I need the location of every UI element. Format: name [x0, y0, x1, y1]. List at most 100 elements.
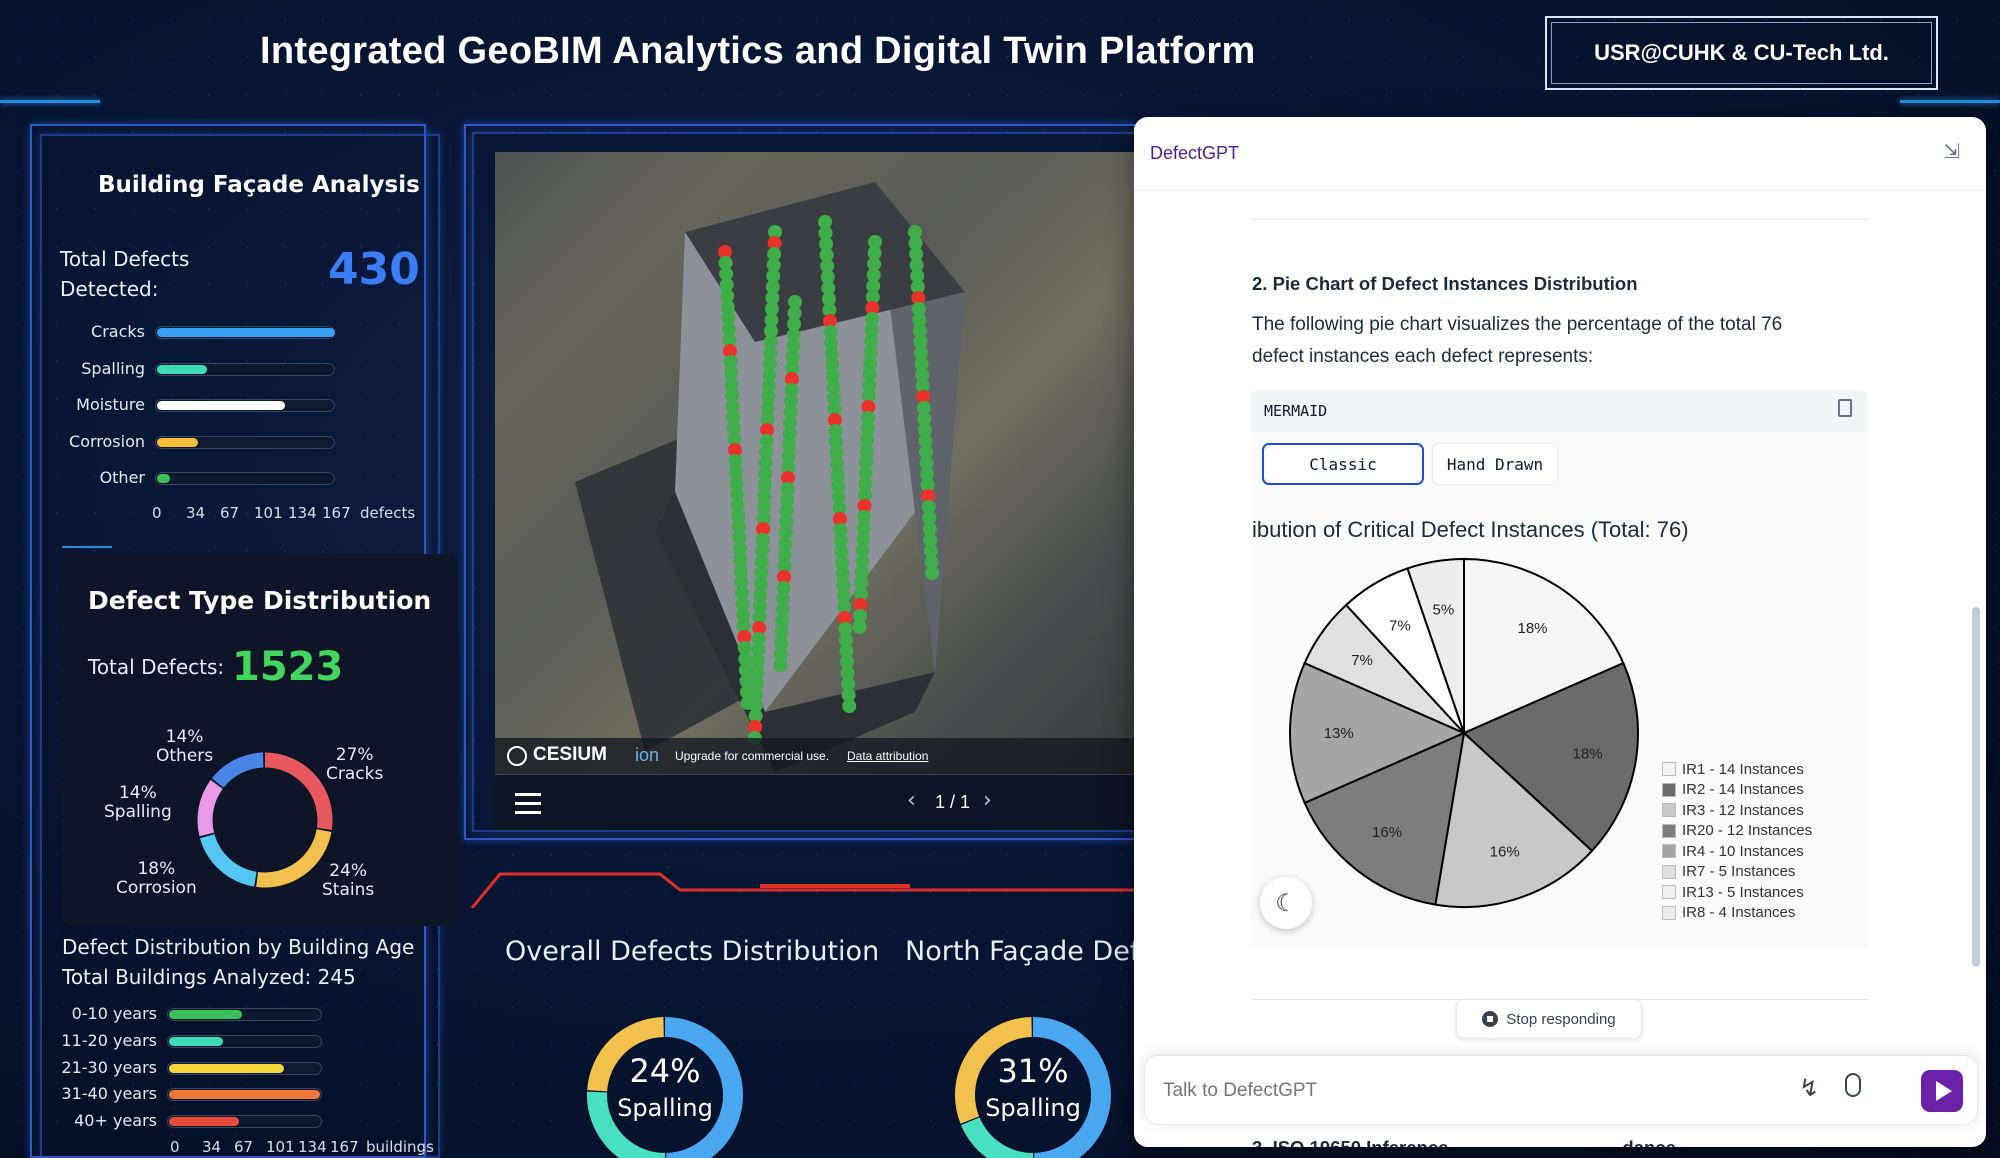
chevron-left-icon[interactable]: ‹ [907, 788, 916, 813]
pie-slice-label: 18% [1573, 746, 1603, 763]
pie-slice-label: 16% [1490, 843, 1520, 860]
chat-input[interactable] [1163, 1076, 1763, 1106]
north-donut-slice-other-b [961, 1117, 1034, 1158]
chat-scrollbar[interactable] [1972, 607, 1980, 967]
pie-legend-swatch [1662, 885, 1676, 900]
age-bar-row: 21-30 years [0, 1058, 330, 1078]
pie-legend-swatch [1662, 844, 1676, 859]
facade-bar-row: Spalling [0, 359, 400, 379]
code-block-header: MERMAID [1250, 390, 1868, 432]
age-bar-track [167, 1088, 322, 1102]
stop-responding-label: Stop responding [1506, 1010, 1616, 1028]
overall-chart-title: Overall Defects Distribution [505, 936, 880, 967]
facade-bar-row: Cracks [0, 322, 400, 342]
age-bar-track [167, 1115, 322, 1129]
north-label: Spalling [985, 1094, 1081, 1122]
chat-header: DefectGPT ⇲ [1134, 117, 1986, 191]
north-donut-slice-other-a [1032, 1017, 1111, 1158]
stop-icon [1482, 1011, 1499, 1027]
age-axis: 0 34 67 101 134 167 buildings [170, 1138, 434, 1158]
age-axis-tick: 134 [298, 1138, 327, 1156]
pie-legend-label: IR3 - 12 Instances [1682, 801, 1804, 819]
donut-label-others: 14% Others [156, 727, 214, 766]
age-bar-label: 21-30 years [61, 1057, 157, 1077]
page-title: Integrated GeoBIM Analytics and Digital … [260, 30, 1256, 72]
age-bar-fill [169, 1063, 284, 1073]
pie-legend-item: IR8 - 4 Instances [1662, 903, 1812, 924]
pie-legend-swatch [1662, 864, 1676, 879]
facade-bar-row: Moisture [0, 395, 400, 415]
facade-bar-track [155, 362, 335, 376]
pie-legend-item: IR20 - 12 Instances [1662, 821, 1812, 842]
facade-axis-tick: 101 [254, 504, 283, 522]
facade-axis: 0 34 67 101 134 167 defects [152, 504, 415, 524]
overall-pct: 24% [629, 1052, 701, 1090]
age-bar-track [167, 1008, 322, 1021]
section3-heading: 3. ISO 19650 Inference dance [1252, 1137, 1676, 1147]
defect-marker [842, 699, 857, 713]
pie-legend-label: IR20 - 12 Instances [1682, 822, 1813, 840]
pie-slice-label: 7% [1351, 652, 1373, 669]
age-axis-tick: 34 [202, 1138, 222, 1156]
send-button[interactable] [1921, 1070, 1963, 1112]
facade-axis-tick: 34 [186, 504, 206, 522]
pie-legend-label: IR4 - 10 Instances [1682, 842, 1804, 860]
pie-slice-label: 16% [1372, 824, 1402, 841]
north-chart-title: North Façade Defe [905, 936, 1156, 967]
donut-slice-spalling [197, 780, 223, 837]
theme-toggle-button[interactable]: ☾ [1260, 877, 1312, 929]
chat-title: DefectGPT [1150, 143, 1240, 163]
stop-responding-button[interactable]: Stop responding [1456, 999, 1642, 1039]
age-axis-tick: 101 [266, 1138, 295, 1156]
microphone-icon[interactable] [1845, 1073, 1861, 1097]
age-axis-tick: 67 [234, 1138, 254, 1156]
facade-bar-chart: Cracks Spalling Moisture Corrosion Other [0, 322, 400, 487]
cesium-credit-bar: CESIUM ion Upgrade for commercial use. D… [495, 738, 1135, 774]
data-attribution-link[interactable]: Data attribution [847, 749, 928, 763]
pie-chart-title: ibution of Critical Defect Instances (To… [1252, 517, 1689, 542]
facade-bar-fill [157, 401, 285, 411]
facade-axis-tick: 134 [288, 504, 317, 522]
age-bar-label: 31-40 years [61, 1084, 157, 1104]
age-subtitle: Total Buildings Analyzed: 245 [62, 965, 356, 989]
pie-slice-label: 18% [1518, 620, 1548, 637]
age-title: Defect Distribution by Building Age Tota… [62, 932, 414, 992]
pie-legend-swatch [1662, 782, 1676, 797]
section3-heading-a: 3. ISO 19650 Inference [1252, 1137, 1448, 1147]
cesium-logo-icon [507, 746, 527, 766]
chevron-right-icon[interactable]: › [983, 788, 992, 813]
age-bar-fill [169, 1090, 321, 1100]
age-bar-track [167, 1034, 322, 1048]
facade-bar-label: Other [99, 468, 145, 488]
pie-legend-item: IR3 - 12 Instances [1662, 800, 1812, 821]
send-icon [1936, 1081, 1952, 1101]
minimize-icon[interactable]: ⇲ [1943, 139, 1960, 163]
section3-heading-b: dance [1622, 1137, 1675, 1147]
classic-mode-button[interactable]: Classic [1262, 443, 1424, 485]
list-icon[interactable] [515, 793, 541, 815]
divider [62, 546, 112, 548]
pie-legend-label: IR8 - 4 Instances [1682, 904, 1796, 922]
pager-label: 1 / 1 [935, 792, 971, 812]
age-axis-unit: buildings [366, 1138, 434, 1156]
facade-bar-row: Corrosion [0, 432, 400, 452]
pie-legend-item: IR4 - 10 Instances [1662, 841, 1812, 862]
north-pct: 31% [997, 1052, 1069, 1090]
donut-label-stains: 24% Stains [322, 861, 375, 900]
hud-line-right [1900, 100, 2000, 103]
pie-slice-label: 13% [1324, 725, 1354, 742]
facade-bar-fill [157, 437, 198, 447]
donut-label-corrosion: 18% Corrosion [116, 859, 197, 898]
org-badge: USR@CUHK & CU-Tech Ltd. [1545, 16, 1938, 90]
pie-slice-label: 7% [1389, 617, 1411, 634]
defect-type-total-value: 1523 [232, 644, 344, 690]
attach-icon[interactable]: ↯ [1799, 1074, 1819, 1102]
hand-drawn-mode-button[interactable]: Hand Drawn [1432, 443, 1558, 485]
defect-pie-chart: 18% 18% 16% 16% 13% 7% 7% 5% [1289, 557, 1639, 908]
age-bar-label: 40+ years [74, 1111, 157, 1131]
digital-twin-viewer[interactable] [495, 152, 1135, 774]
age-bar-fill [169, 1010, 242, 1019]
copy-icon[interactable] [1838, 399, 1852, 417]
facade-bar-label: Cracks [91, 322, 145, 341]
facade-axis-tick: 0 [152, 504, 162, 522]
